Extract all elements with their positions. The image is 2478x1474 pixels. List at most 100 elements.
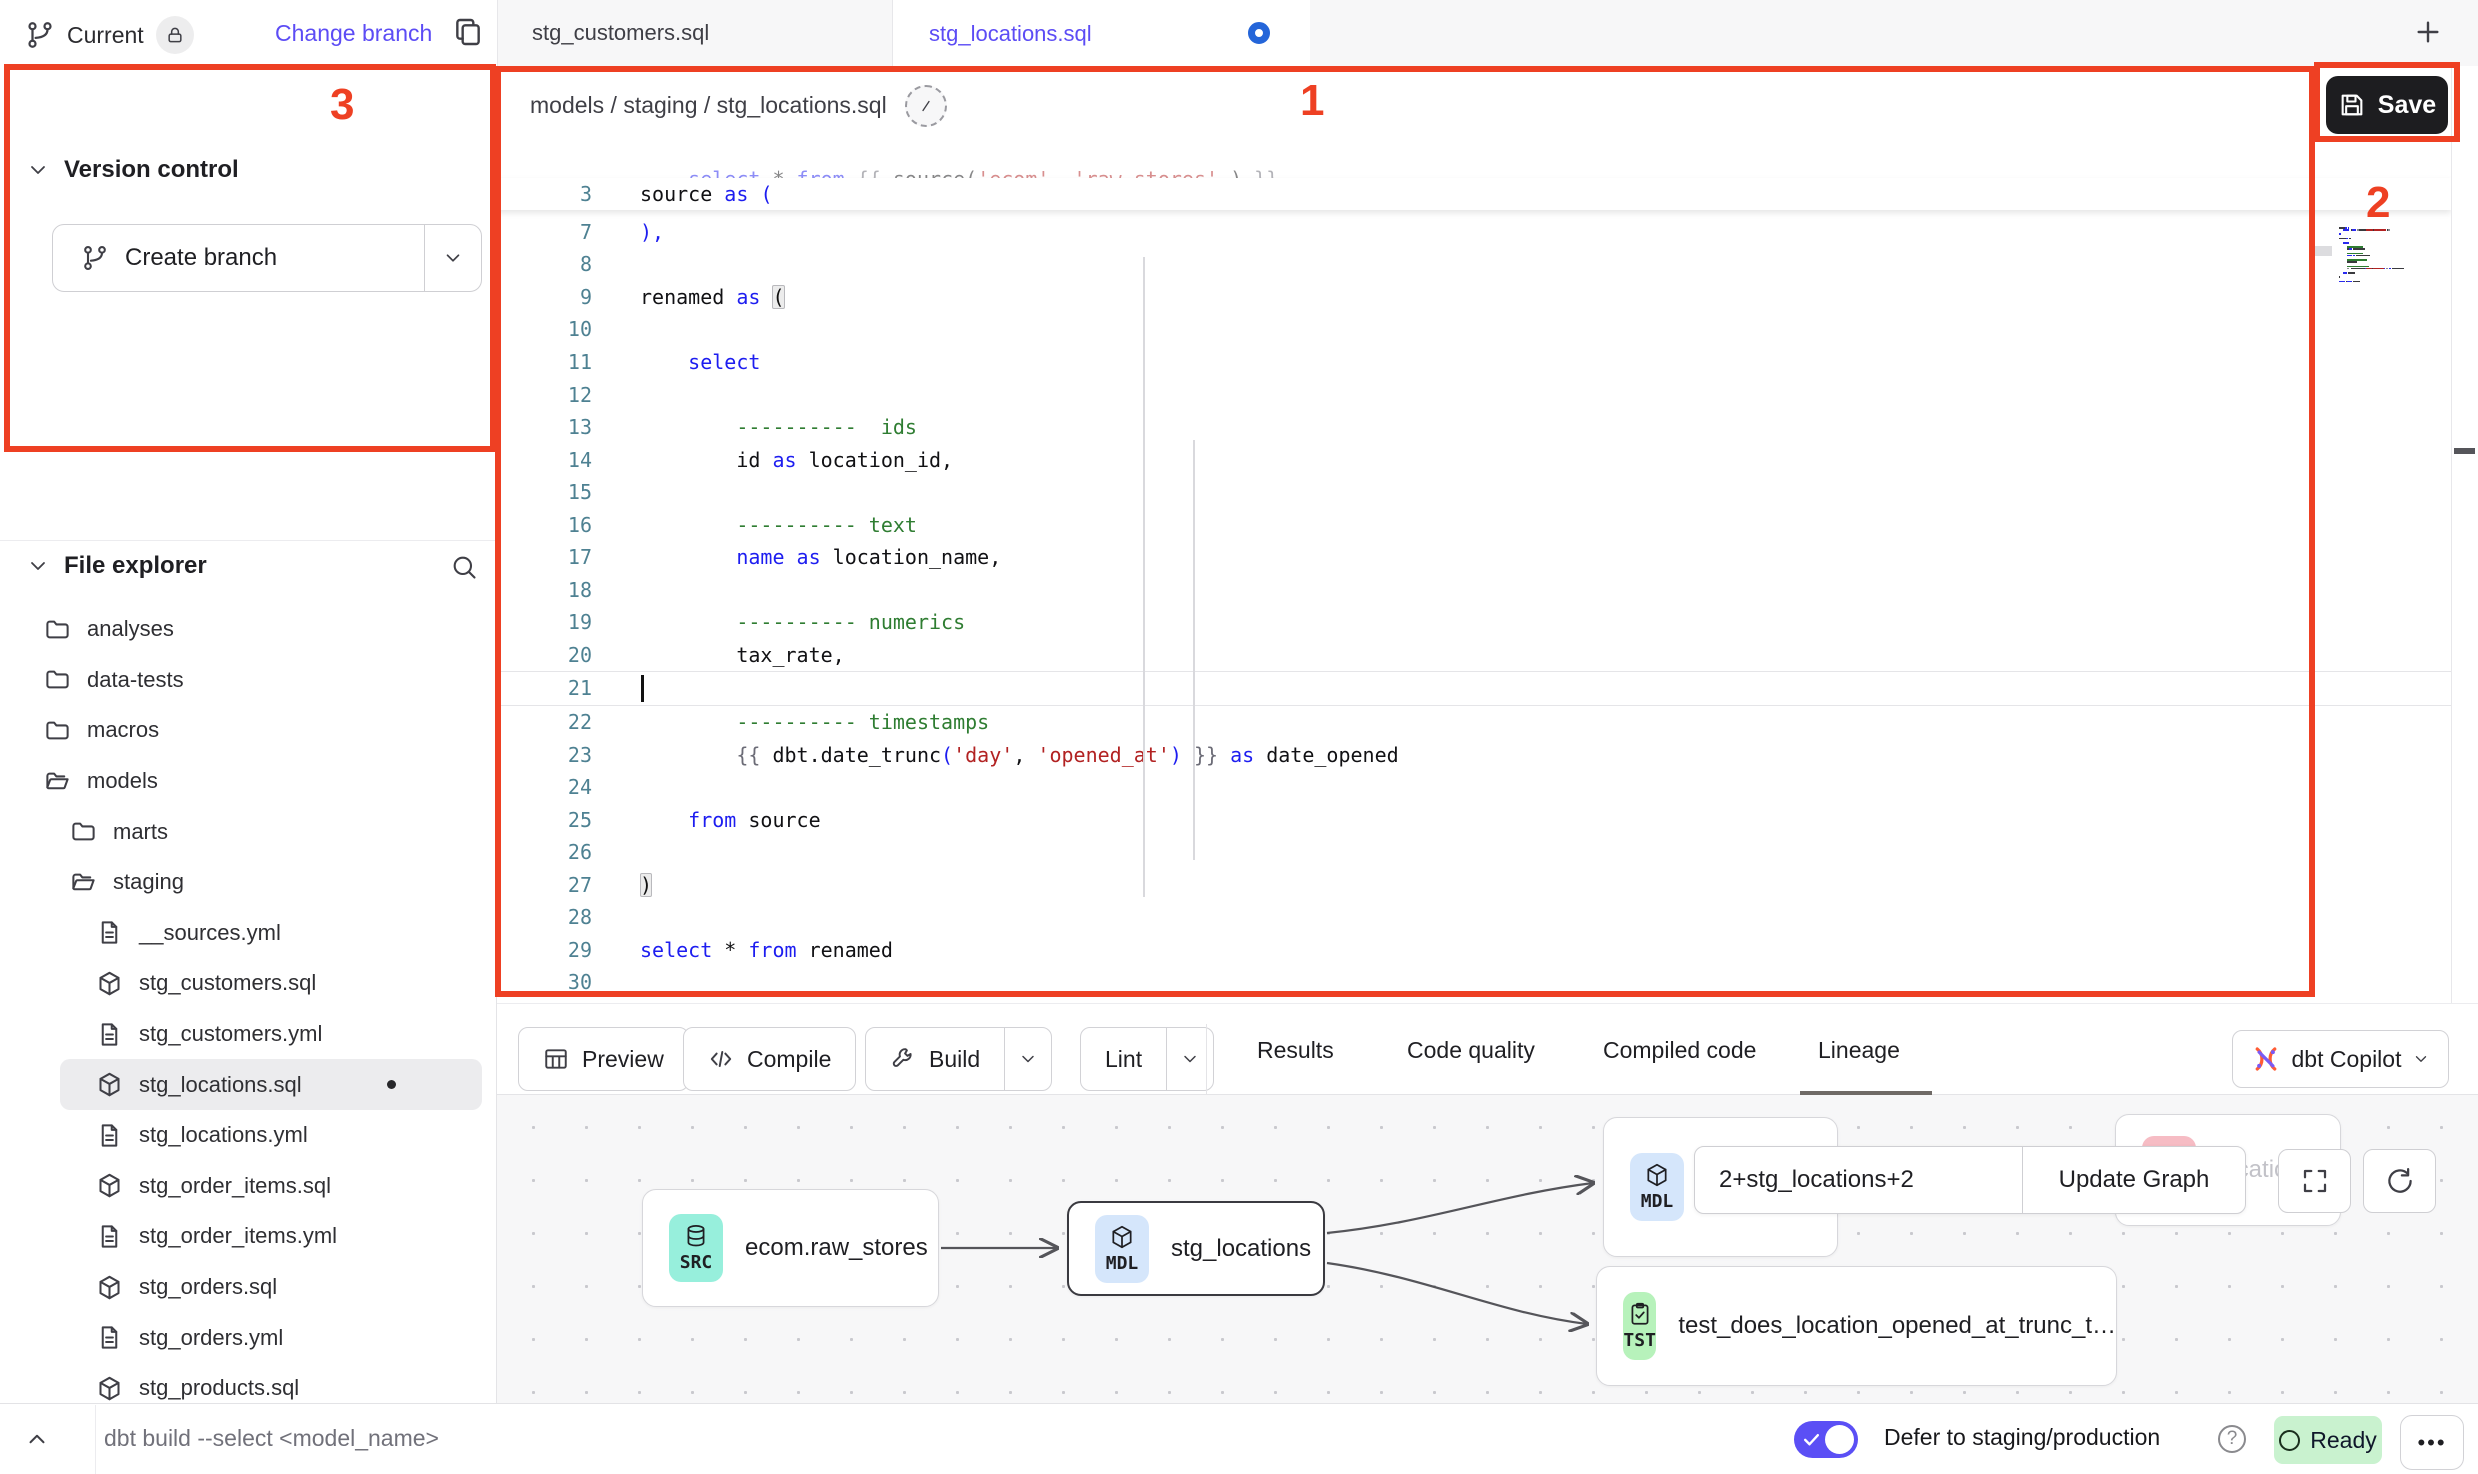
tab-results[interactable]: Results [1257, 1004, 1334, 1096]
preview-label: Preview [582, 1046, 664, 1073]
file-state-icon[interactable] [905, 85, 947, 127]
save-button[interactable]: Save [2326, 76, 2448, 134]
code-line-27[interactable]: 27) [497, 868, 2451, 901]
lineage-node-ecom-raw-stores[interactable]: SRCecom.raw_stores [642, 1189, 939, 1307]
code-line-26[interactable]: 26 [497, 836, 2451, 869]
file-tree-item-macros[interactable]: macros [0, 705, 497, 756]
compile-button[interactable]: Compile [683, 1027, 856, 1091]
code-line-9[interactable]: 9renamed as ( [497, 281, 2451, 314]
version-control-header[interactable]: Version control [26, 156, 239, 184]
badge-label: MDL [1641, 1191, 1674, 1212]
tab-label: Compiled code [1603, 1037, 1756, 1064]
code-line-17[interactable]: 17 name as location_name, [497, 541, 2451, 574]
file-label: stg_orders.sql [139, 1274, 277, 1300]
code-line-21[interactable]: 21 [497, 671, 2451, 706]
code-line-24[interactable]: 24 [497, 771, 2451, 804]
chevron-up-icon[interactable] [24, 1426, 50, 1452]
file-explorer-header[interactable]: File explorer [26, 552, 207, 580]
tab-label: stg_customers.sql [532, 20, 709, 46]
tab-lineage[interactable]: Lineage [1818, 1004, 1900, 1096]
new-tab-button[interactable] [2412, 16, 2444, 48]
tab-code-quality[interactable]: Code quality [1407, 1004, 1535, 1096]
create-branch-button[interactable]: Create branch [52, 224, 482, 292]
file-tree-item--sources-yml[interactable]: __sources.yml [0, 908, 497, 959]
lineage-panel[interactable]: SRCecom.raw_storesMDLstg_locationsMDLloc… [497, 1095, 2478, 1403]
line-number: 20 [497, 643, 592, 667]
current-branch-chip[interactable]: Current [25, 16, 194, 54]
more-options-button[interactable]: ••• [2400, 1415, 2464, 1470]
chevron-down-icon [2412, 1050, 2430, 1068]
file-tree-item-stg-locations-yml[interactable]: stg_locations.yml [0, 1110, 497, 1161]
tab-compiled-code[interactable]: Compiled code [1603, 1004, 1756, 1096]
file-tree-item-stg-orders-yml[interactable]: stg_orders.yml [0, 1312, 497, 1363]
line-number: 24 [497, 775, 592, 799]
code-line-22[interactable]: 22 ---------- timestamps [497, 706, 2451, 739]
file-tree-item-stg-orders-sql[interactable]: stg_orders.sql [0, 1262, 497, 1313]
tab-stg-locations[interactable]: stg_locations.sql [893, 0, 1310, 67]
code-line-18[interactable]: 18 [497, 574, 2451, 607]
create-branch-dropdown[interactable] [424, 225, 481, 291]
tab-stg-customers[interactable]: stg_customers.sql [497, 0, 893, 66]
file-tree-item-stg-locations-sql[interactable]: stg_locations.sql [60, 1059, 482, 1110]
file-tree-item-stg-customers-sql[interactable]: stg_customers.sql [0, 958, 497, 1009]
folder-icon [44, 666, 71, 693]
file-label: stg_customers.sql [139, 970, 316, 996]
folder-open-icon [70, 869, 97, 896]
code-line-19[interactable]: 19 ---------- numerics [497, 606, 2451, 639]
command-input[interactable]: dbt build --select <model_name> [104, 1425, 439, 1452]
top-bar: Current Change branch stg_customers.sql … [0, 0, 2478, 67]
file-label: data-tests [87, 667, 184, 693]
chevron-down-icon [26, 554, 50, 578]
minimap[interactable] [2339, 227, 2451, 285]
code-line-29[interactable]: 29select * from renamed [497, 934, 2451, 967]
fullscreen-button[interactable] [2278, 1149, 2351, 1213]
line-number: 17 [497, 545, 592, 569]
file-tree-item-analyses[interactable]: analyses [0, 604, 497, 655]
table-icon [543, 1046, 569, 1072]
file-tree-item-staging[interactable]: staging [0, 857, 497, 908]
code-line-14[interactable]: 14 id as location_id, [497, 443, 2451, 476]
code-line-25[interactable]: 25 from source [497, 803, 2451, 836]
preview-button[interactable]: Preview [518, 1027, 689, 1091]
lineage-selector-input[interactable]: 2+stg_locations+2 [1695, 1147, 2023, 1213]
code-line-28[interactable]: 28 [497, 901, 2451, 934]
code-line-16[interactable]: 16 ---------- text [497, 508, 2451, 541]
file-tree-item-data-tests[interactable]: data-tests [0, 655, 497, 706]
lint-button[interactable]: Lint [1080, 1027, 1214, 1091]
file-tree-item-marts[interactable]: marts [0, 806, 497, 857]
file-tree-item-stg-customers-yml[interactable]: stg_customers.yml [0, 1009, 497, 1060]
code-line-8[interactable]: 8 [497, 248, 2451, 281]
file-tree-item-stg-order-items-yml[interactable]: stg_order_items.yml [0, 1211, 497, 1262]
help-icon[interactable]: ? [2218, 1425, 2246, 1453]
code-area[interactable]: select * from {{ source('ecom', 'raw_sto… [497, 145, 2451, 1003]
build-dropdown[interactable] [1004, 1028, 1051, 1090]
dbt-copilot-button[interactable]: dbt Copilot [2232, 1030, 2449, 1088]
text-cursor [641, 675, 644, 702]
file-label: stg_order_items.yml [139, 1223, 337, 1249]
clipboard-icon [1627, 1301, 1653, 1327]
expand-icon [2300, 1166, 2330, 1196]
defer-toggle[interactable] [1794, 1421, 1858, 1458]
code-line-12[interactable]: 12 [497, 378, 2451, 411]
search-icon[interactable] [450, 553, 478, 581]
lineage-node-test-does-location-opened-at-t[interactable]: TSTtest_does_location_opened_at_trunc_t… [1596, 1266, 2117, 1386]
node-label: test_does_location_opened_at_trunc_t… [1678, 1312, 2116, 1340]
refresh-button[interactable] [2363, 1149, 2436, 1213]
code-line-10[interactable]: 10 [497, 313, 2451, 346]
copy-icon[interactable] [452, 16, 484, 48]
file-tree-item-models[interactable]: models [0, 756, 497, 807]
code-line-20[interactable]: 20 tax_rate, [497, 639, 2451, 672]
tab-label: Lineage [1818, 1037, 1900, 1064]
code-line-11[interactable]: 11 select [497, 346, 2451, 379]
code-line-30[interactable]: 30 [497, 966, 2451, 999]
lineage-node-stg-locations[interactable]: MDLstg_locations [1067, 1201, 1325, 1296]
build-button[interactable]: Build [865, 1027, 1052, 1091]
code-line-23[interactable]: 23 {{ dbt.date_trunc('day', 'opened_at')… [497, 738, 2451, 771]
change-branch-link[interactable]: Change branch [275, 20, 432, 47]
update-graph-button[interactable]: Update Graph [2023, 1147, 2245, 1213]
right-gutter-scroll-handle[interactable] [2454, 448, 2475, 454]
file-tree-item-stg-order-items-sql[interactable]: stg_order_items.sql [0, 1161, 497, 1212]
code-line-7[interactable]: 7), [497, 216, 2451, 249]
code-line-15[interactable]: 15 [497, 476, 2451, 509]
code-line-13[interactable]: 13 ---------- ids [497, 411, 2451, 444]
